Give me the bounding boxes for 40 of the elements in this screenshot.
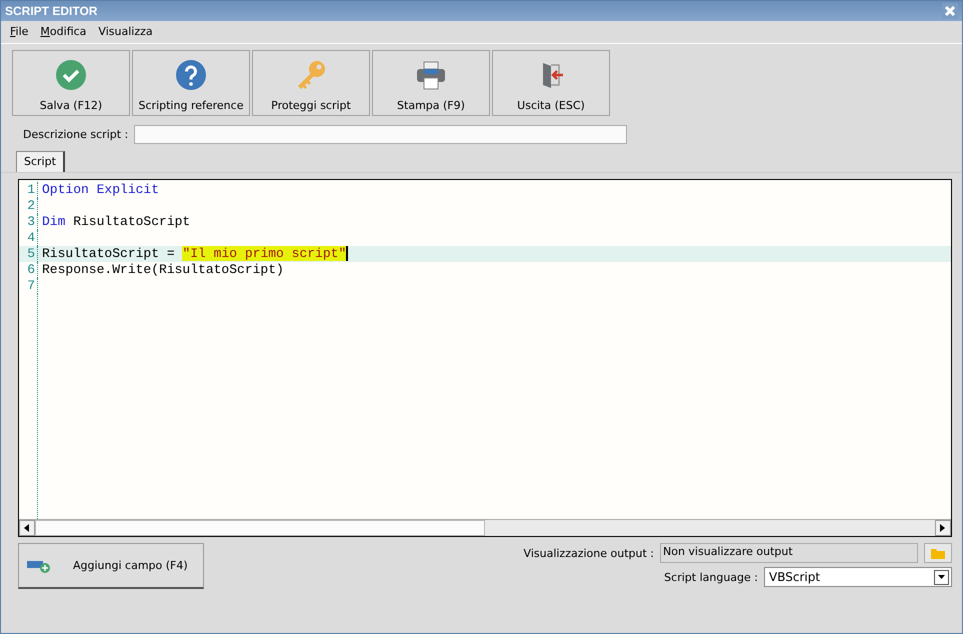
description-field[interactable] [134,125,628,144]
language-label: Script language : [664,570,758,584]
horizontal-scrollbar[interactable] [19,519,951,536]
line-number: 5 [19,246,38,262]
tab[interactable]: Script [16,151,65,172]
output-field: Non visualizzare output [660,543,918,563]
code-line: Dim RisultatoScript [41,214,190,230]
line-number: 3 [19,214,38,230]
code-line: Option Explicit [41,182,160,198]
line-number: 2 [19,198,38,214]
toolbar-button[interactable]: Stampa (F9) [372,50,490,116]
help-icon [175,59,207,91]
toolbar-button[interactable]: Uscita (ESC) [492,50,610,116]
window-title: SCRIPT EDITOR [5,4,98,18]
folder-icon [931,548,945,558]
toolbar-button[interactable]: Scripting reference [132,50,250,116]
code-line: RisultatoScript = "Il mio primo script" [41,246,348,262]
add-field-icon [27,558,51,572]
toolbar-button[interactable]: Proteggi script [252,50,370,116]
add-field-button[interactable]: Aggiungi campo (F4) [18,543,204,589]
menu-item[interactable]: Visualizza [98,25,153,39]
caret-icon [938,575,945,579]
close-button[interactable] [942,3,958,19]
line-number: 7 [19,278,38,294]
language-dropdown[interactable]: VBScript [764,567,952,587]
folder-button[interactable] [924,543,952,563]
printer-icon [415,59,447,91]
description-label: Descrizione script : [23,128,128,141]
toolbar-button[interactable]: Salva (F12) [12,50,130,116]
line-number: 6 [19,262,38,278]
menu-item[interactable]: File [10,25,28,39]
code-editor[interactable]: 1 Option Explicit 2 3 Dim RisultatoScript 4 5 RisultatoScript = "Il mio primo script" 6 Response.Write(RisultatoScript) 7 [18,179,952,537]
output-label: Visualizzazione output : [524,546,654,560]
line-number: 1 [19,182,38,198]
code-line: Response.Write(RisultatoScript) [41,262,284,278]
right-arrow-icon [940,524,946,532]
close-icon [945,6,955,16]
checkmark-icon [55,59,87,91]
left-arrow-icon [24,524,30,532]
menu-item[interactable]: Modifica [40,25,86,39]
